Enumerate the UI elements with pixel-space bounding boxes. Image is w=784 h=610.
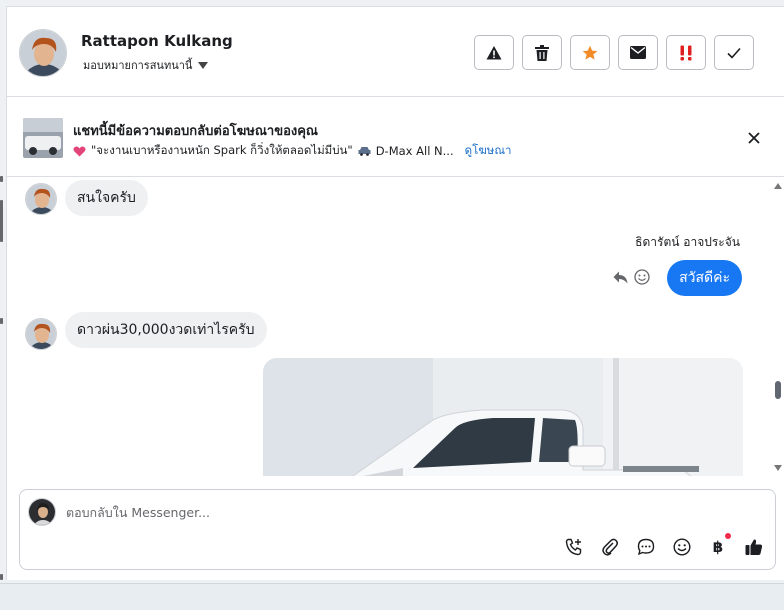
important-button[interactable]: [666, 35, 706, 70]
message-actions: [613, 269, 650, 285]
mark-unread-button[interactable]: [618, 35, 658, 70]
view-ad-link[interactable]: ดูโฆษณา: [465, 142, 512, 160]
scroll-down-arrow-icon[interactable]: [774, 465, 782, 471]
saved-replies-button[interactable]: [635, 536, 657, 558]
bottom-status-bar: [0, 583, 784, 610]
message-bubble-incoming[interactable]: ดาวผ่น30,000งวดเท่าไรครับ: [65, 312, 267, 348]
done-button[interactable]: [714, 35, 754, 70]
reply-input[interactable]: [66, 500, 706, 524]
pickup-truck-photo: [263, 358, 743, 476]
page-avatar: [28, 498, 56, 526]
header-actions: [474, 35, 754, 70]
notification-dot: [725, 533, 731, 539]
react-emoji-icon[interactable]: [634, 269, 650, 285]
emoji-button[interactable]: [671, 536, 693, 558]
ad-snippet-line: "จะงานเบาหรืองานหนัก Spark ก็วิ่งให้ตลอด…: [73, 142, 512, 160]
baht-icon: ฿: [712, 538, 724, 556]
composer-tools: ฿: [563, 533, 765, 558]
ad-reply-banner: แชทนี้มีข้อความตอบกลับต่อโฆษณาของคุณ "จะ…: [7, 98, 784, 177]
call-add-icon: [565, 538, 582, 556]
chat-panel: Rattapon Kulkang มอบหมายการสนทนานี้ แชทน…: [6, 6, 784, 580]
double-exclamation-icon: [680, 45, 692, 60]
warning-icon: [486, 45, 502, 59]
ad-thumbnail[interactable]: [23, 118, 63, 158]
ad-banner-title: แชทนี้มีข้อความตอบกลับต่อโฆษณาของคุณ: [73, 124, 318, 139]
ad-product: D-Max All N...: [375, 144, 454, 158]
report-button[interactable]: [474, 35, 514, 70]
close-icon: [748, 132, 760, 144]
photo-message[interactable]: [263, 358, 743, 476]
assign-conversation-dropdown[interactable]: มอบหมายการสนทนานี้: [83, 56, 209, 74]
left-edge-handle[interactable]: [0, 200, 3, 242]
star-button[interactable]: [570, 35, 610, 70]
sender-name: ธิดารัตน์ อาจประจัน: [635, 235, 740, 249]
contact-name[interactable]: Rattapon Kulkang: [81, 32, 233, 50]
like-button[interactable]: [743, 536, 765, 558]
trash-icon: [535, 44, 549, 61]
message-bubble-outgoing[interactable]: สวัสดีค่ะ: [667, 260, 742, 296]
star-icon: [582, 45, 598, 60]
reply-icon[interactable]: [613, 271, 628, 284]
contact-avatar[interactable]: [19, 29, 67, 77]
attach-button[interactable]: [599, 536, 621, 558]
message-thread: สนใจครับ ธิดารัตน์ อาจประจัน สวัสดีค่ะ ด…: [7, 178, 784, 476]
contact-avatar-small[interactable]: [25, 183, 57, 215]
left-edge-tick: [0, 574, 3, 580]
scroll-up-arrow-icon[interactable]: [774, 183, 782, 189]
check-icon: [727, 47, 741, 59]
call-button[interactable]: [563, 536, 585, 558]
heart-icon: [73, 146, 86, 156]
thumbs-up-icon: [745, 539, 763, 555]
contact-avatar-small[interactable]: [25, 318, 57, 350]
mail-icon: [630, 46, 646, 59]
left-edge-tick: [0, 176, 3, 182]
close-banner-button[interactable]: [746, 130, 762, 146]
message-composer: ฿: [19, 489, 776, 570]
conversation-header: Rattapon Kulkang มอบหมายการสนทนานี้: [7, 7, 784, 97]
emoji-icon: [673, 538, 691, 556]
message-bubble-incoming[interactable]: สนใจครับ: [65, 180, 148, 216]
scrollbar-thumb[interactable]: [775, 381, 781, 399]
ad-snippet: "จะงานเบาหรืองานหนัก Spark ก็วิ่งให้ตลอด…: [91, 143, 353, 157]
chat-bubble-icon: [637, 538, 655, 556]
payment-button[interactable]: ฿: [707, 533, 731, 558]
left-edge-tick: [0, 318, 3, 324]
caret-down-icon: [198, 61, 209, 69]
assign-label: มอบหมายการสนทนานี้: [83, 59, 193, 72]
paperclip-icon: [602, 538, 618, 556]
car-icon: [358, 147, 371, 156]
thread-scrollbar[interactable]: [772, 178, 784, 476]
delete-button[interactable]: [522, 35, 562, 70]
